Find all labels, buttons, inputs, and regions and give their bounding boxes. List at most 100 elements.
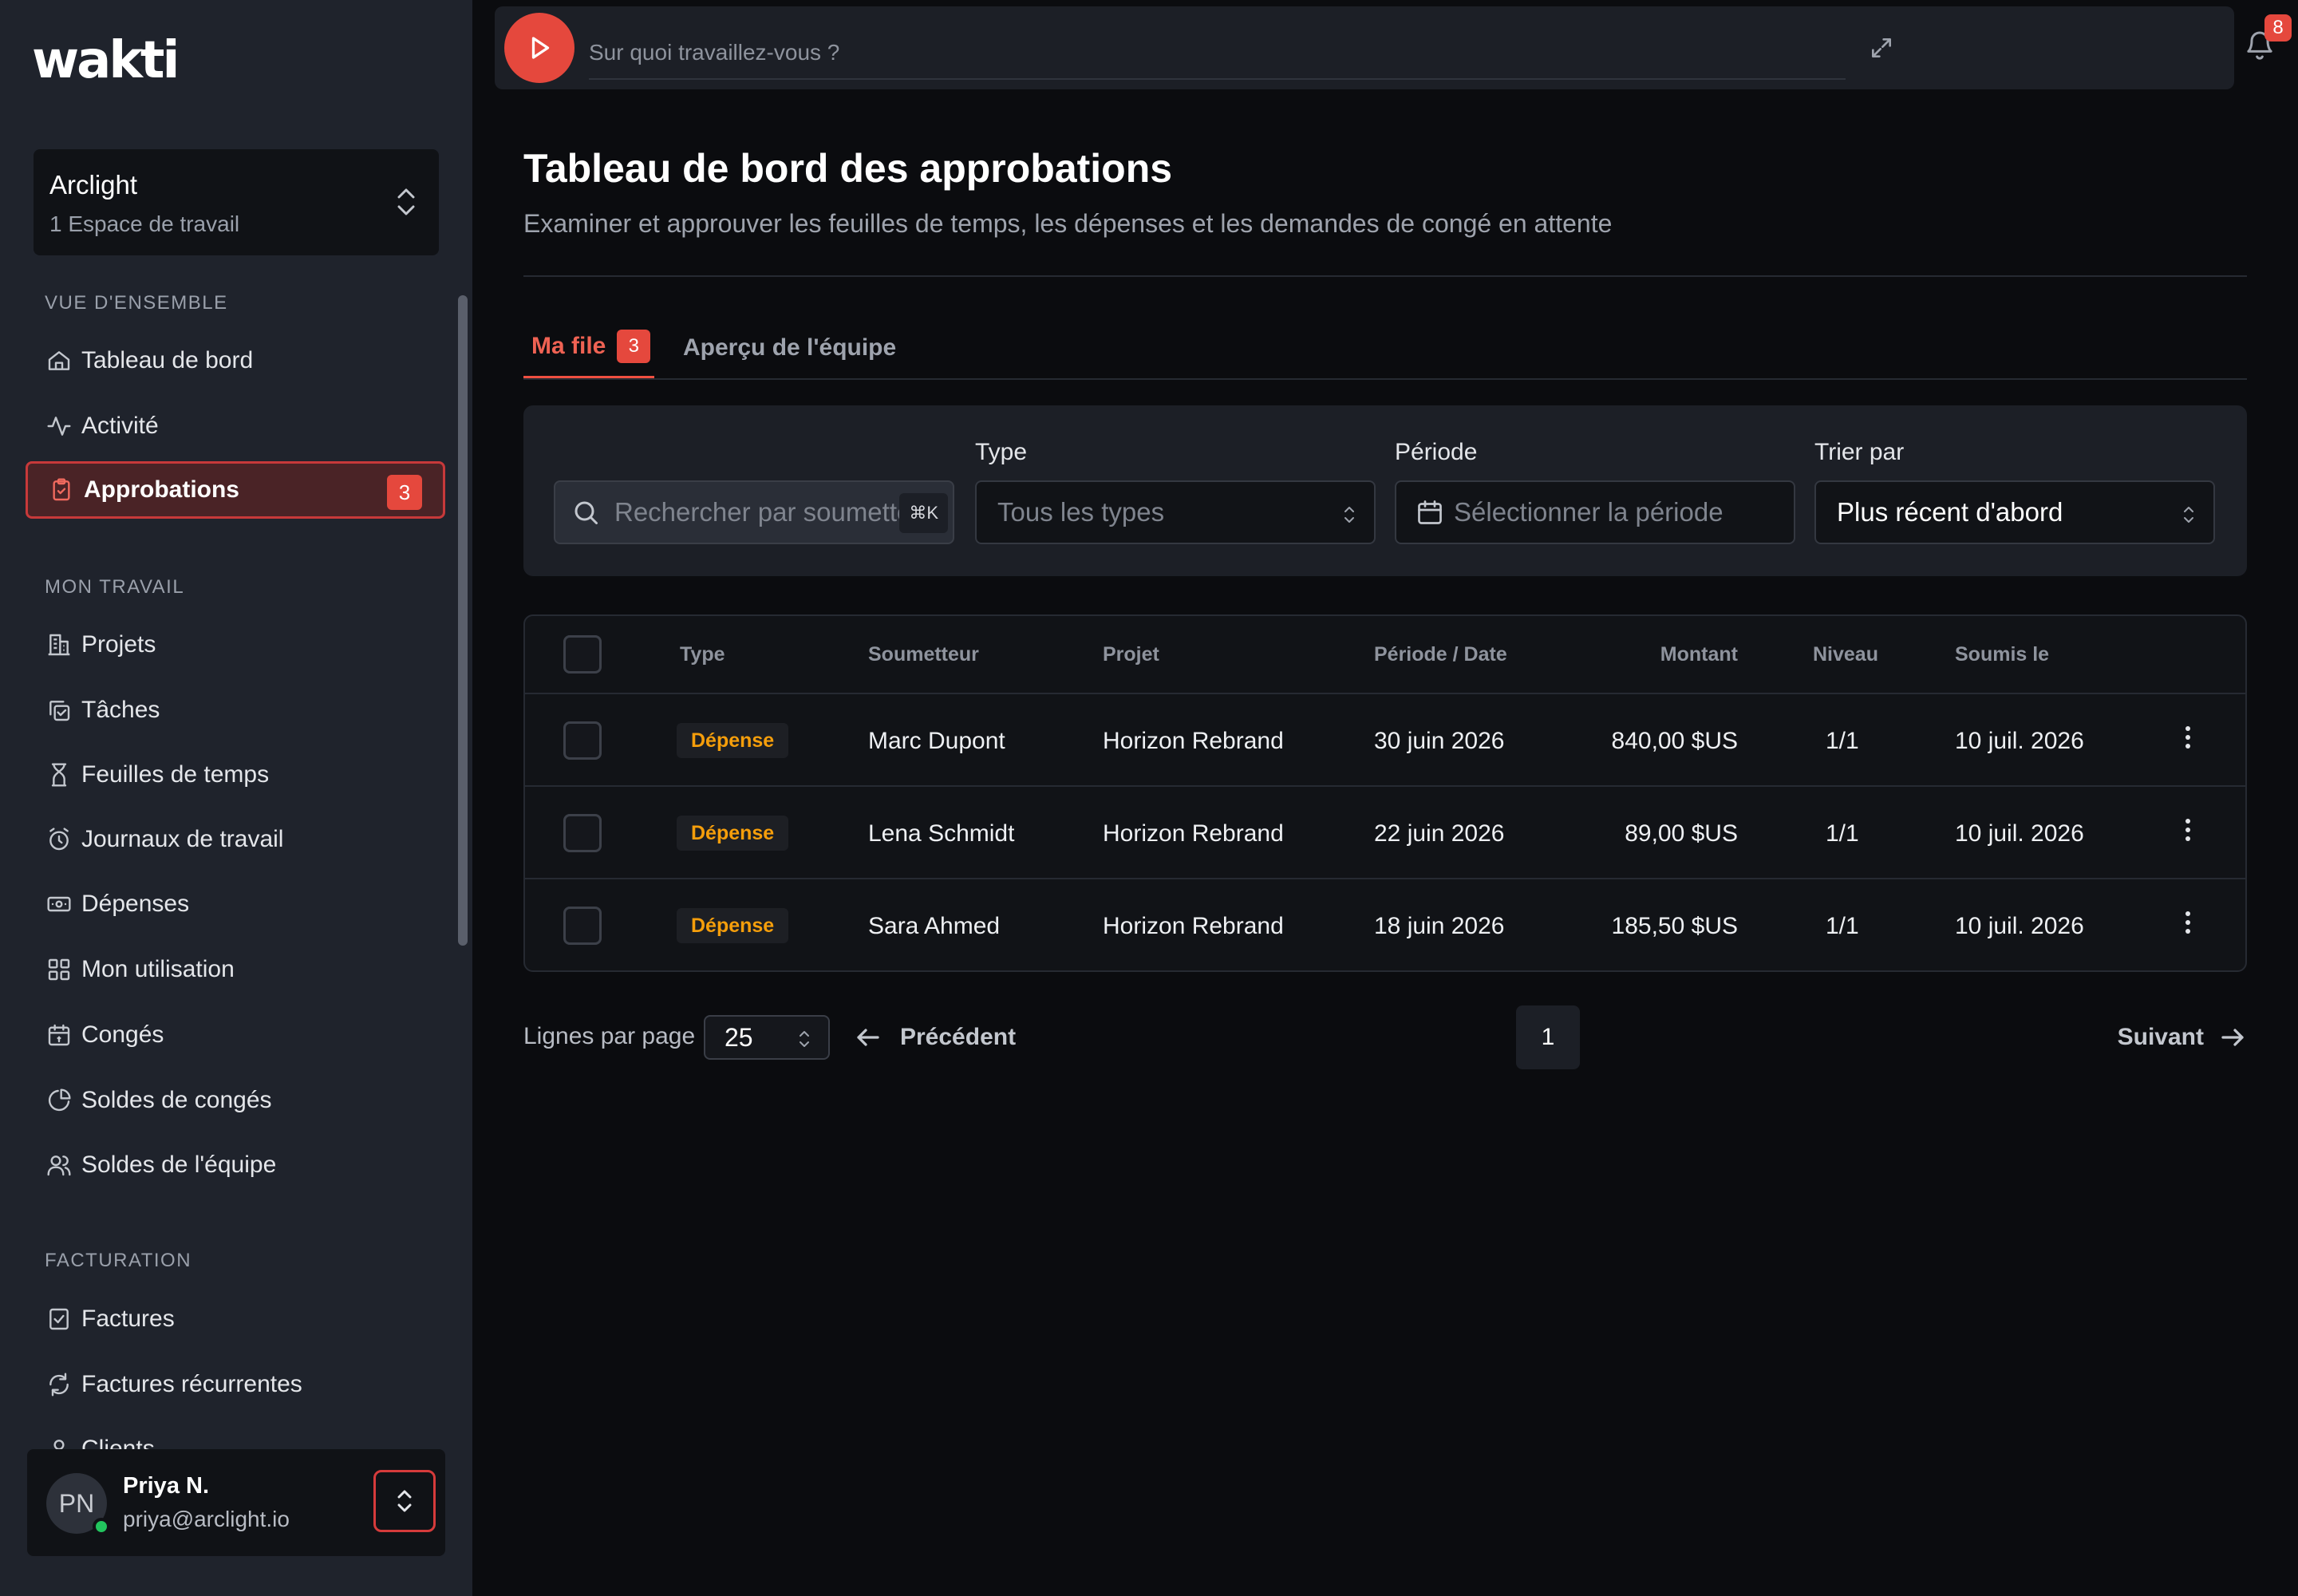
period-cell: 22 juin 2026 [1374, 820, 1505, 847]
amount-cell: 89,00 $US [1625, 820, 1738, 847]
sidebar-scrollbar[interactable] [458, 295, 468, 946]
hourglass-icon [51, 763, 67, 787]
sort-select[interactable]: Plus récent d'abord [1814, 480, 2215, 544]
period-filter-picker[interactable]: Sélectionner la période [1395, 480, 1795, 544]
project-cell: Horizon Rebrand [1103, 820, 1284, 847]
chevrons-up-down-icon [397, 1490, 412, 1512]
arrow-right-icon [2221, 1029, 2244, 1046]
refresh-icon [49, 1373, 69, 1396]
amount-cell: 840,00 $US [1611, 728, 1738, 754]
workspace-switcher[interactable]: Arclight 1 Espace de travail [34, 149, 439, 255]
rows-per-page-select[interactable]: 25 [704, 1015, 830, 1060]
period-cell: 30 juin 2026 [1374, 728, 1505, 754]
column-header-project[interactable]: Projet [1103, 643, 1159, 666]
calendar-icon [1418, 500, 1442, 524]
page-subtitle: Examiner et approuver les feuilles de te… [523, 209, 1613, 238]
previous-page-button[interactable]: Précédent [854, 1015, 1016, 1060]
tabs-divider [523, 378, 2247, 380]
sidebar-item-label: Tâches [81, 697, 160, 723]
timer-description-input[interactable] [589, 27, 1846, 80]
table-row[interactable]: Dépense Marc Dupont Horizon Rebrand 30 j… [525, 694, 2245, 787]
search-input[interactable]: Rechercher par soumetteur ⌘K [554, 480, 954, 544]
sidebar-item-leave-balances[interactable]: Soldes de congés [26, 1072, 445, 1129]
arrow-left-icon [857, 1029, 879, 1046]
user-email: priya@arclight.io [123, 1507, 290, 1531]
timer-bar: 8 [495, 6, 2292, 89]
row-actions-button[interactable] [2183, 910, 2193, 935]
sidebar-item-my-usage[interactable]: Mon utilisation [26, 941, 445, 998]
activity-icon [47, 417, 71, 436]
table-row[interactable]: Dépense Lena Schmidt Horizon Rebrand 22 … [525, 787, 2245, 879]
page-title: Tableau de bord des approbations [523, 146, 1173, 191]
column-header-amount[interactable]: Montant [1658, 643, 1738, 666]
row-actions-button[interactable] [2183, 817, 2193, 843]
notifications-count-badge: 8 [2264, 14, 2292, 41]
column-header-type[interactable]: Type [680, 643, 725, 666]
expand-icon [1872, 38, 1891, 57]
row-checkbox[interactable] [563, 814, 602, 852]
row-checkbox[interactable] [563, 721, 602, 760]
sidebar-item-label: Congés [81, 1021, 164, 1048]
type-filter-select[interactable]: Tous les types [975, 480, 1376, 544]
expand-button[interactable] [1869, 35, 1894, 61]
building-icon [48, 634, 70, 656]
column-header-submitter[interactable]: Soumetteur [868, 643, 979, 666]
workspace-subtitle: 1 Espace de travail [49, 211, 240, 236]
section-billing: FACTURATION [45, 1250, 192, 1271]
sidebar-item-label: Journaux de travail [81, 826, 284, 852]
sidebar-item-projects[interactable]: Projets [26, 616, 445, 674]
amount-cell: 185,50 $US [1611, 913, 1738, 939]
filters-panel: Rechercher par soumetteur ⌘K Type Tous l… [523, 405, 2247, 576]
column-header-period[interactable]: Période / Date [1374, 643, 1507, 666]
row-checkbox[interactable] [563, 907, 602, 945]
level-cell: 1/1 [1826, 820, 1859, 847]
alarm-clock-icon [49, 828, 69, 851]
sidebar-item-activity[interactable]: Activité [26, 397, 445, 455]
previous-page-label: Précédent [900, 1024, 1017, 1050]
sidebar-item-dashboard[interactable]: Tableau de bord [26, 332, 445, 389]
submitted-cell: 10 juil. 2026 [1955, 728, 2084, 754]
app-logo[interactable]: wakti [32, 32, 180, 89]
sidebar-item-team-balances[interactable]: Soldes de l'équipe [26, 1136, 445, 1194]
level-cell: 1/1 [1826, 728, 1859, 754]
clipboard-check-icon [53, 478, 70, 501]
row-actions-button[interactable] [2183, 725, 2193, 750]
period-cell: 18 juin 2026 [1374, 913, 1505, 939]
sidebar-item-label: Mon utilisation [81, 956, 235, 982]
select-all-checkbox[interactable] [563, 635, 602, 674]
rows-per-page-value: 25 [725, 1022, 753, 1052]
table-row[interactable]: Dépense Sara Ahmed Horizon Rebrand 18 ju… [525, 879, 2245, 972]
sidebar-item-recurring-invoices[interactable]: Factures récurrentes [26, 1356, 445, 1413]
chevrons-up-down-icon [397, 188, 415, 215]
user-menu-toggle[interactable] [373, 1470, 436, 1532]
sidebar-item-work-logs[interactable]: Journaux de travail [26, 811, 445, 868]
table-header: Type Soumetteur Projet Période / Date Mo… [525, 616, 2245, 694]
header-divider [523, 275, 2247, 277]
sidebar-item-leave[interactable]: Congés [26, 1006, 445, 1064]
user-menu[interactable]: PN Priya N. priya@arclight.io [27, 1449, 445, 1556]
sidebar-item-tasks[interactable]: Tâches [26, 681, 445, 739]
rows-per-page-label: Lignes par page [523, 1023, 696, 1049]
tab-team-overview[interactable]: Aperçu de l'équipe [683, 316, 896, 380]
type-badge: Dépense [677, 908, 789, 943]
sidebar-item-timesheets[interactable]: Feuilles de temps [26, 746, 445, 804]
user-name: Priya N. [123, 1473, 209, 1499]
column-header-level[interactable]: Niveau [1813, 643, 1878, 666]
tab-my-queue[interactable]: Ma file 3 [523, 316, 654, 380]
pie-chart-icon [48, 1088, 71, 1112]
start-timer-button[interactable] [504, 13, 574, 83]
sidebar-item-invoices[interactable]: Factures [26, 1290, 445, 1348]
sidebar-item-label: Soldes de congés [81, 1087, 272, 1113]
more-vertical-icon [2185, 819, 2190, 841]
sidebar-item-approvals[interactable]: Approbations 3 [26, 461, 445, 519]
play-icon [531, 37, 550, 59]
page-number-button[interactable]: 1 [1516, 1005, 1580, 1069]
grid-icon [48, 958, 70, 981]
next-page-button[interactable]: Suivant [2118, 1015, 2247, 1060]
search-shortcut: ⌘K [899, 493, 948, 533]
column-header-submitted[interactable]: Soumis le [1955, 643, 2049, 666]
section-my-work: MON TRAVAIL [45, 576, 185, 598]
tab-count-badge: 3 [617, 329, 651, 363]
sidebar-item-expenses[interactable]: Dépenses [26, 875, 445, 933]
type-badge: Dépense [677, 723, 789, 758]
